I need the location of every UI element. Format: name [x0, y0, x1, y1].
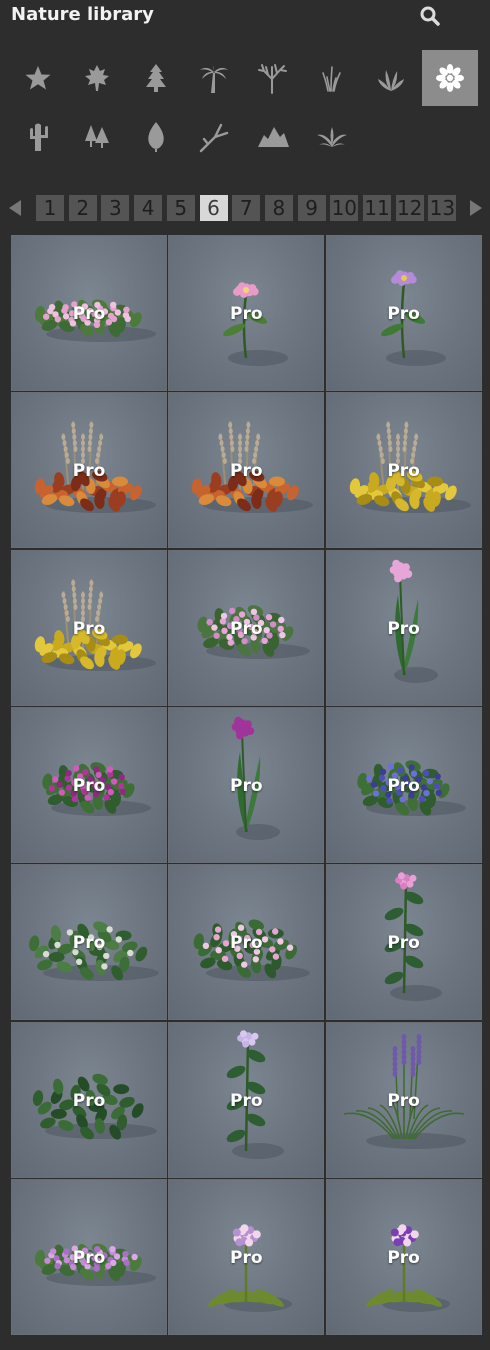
- page-1[interactable]: 1: [36, 195, 64, 221]
- page-8[interactable]: 8: [264, 195, 293, 221]
- cactus-icon: [30, 123, 48, 151]
- pagination: 1 2 3 4 5 6 7 8 9 10 11 12 13: [0, 194, 490, 222]
- asset-tile[interactable]: Pro: [11, 1178, 167, 1335]
- rocks-icon: [258, 127, 290, 147]
- page-4[interactable]: 4: [134, 195, 163, 221]
- category-leaf[interactable]: [128, 108, 184, 164]
- pine-tree-icon: [145, 64, 166, 92]
- category-branches[interactable]: [186, 108, 242, 164]
- page-12[interactable]: 12: [395, 195, 424, 221]
- asset-tile[interactable]: Pro: [325, 864, 482, 1021]
- asset-tile[interactable]: Pro: [325, 235, 482, 391]
- trees-icon: [84, 125, 109, 148]
- fern-icon: [317, 127, 347, 147]
- pro-badge: Pro: [72, 1090, 106, 1111]
- asset-tile[interactable]: Pro: [325, 1178, 482, 1335]
- category-favorites[interactable]: [10, 50, 66, 106]
- pro-badge: Pro: [72, 933, 106, 954]
- asset-tile[interactable]: Pro: [168, 549, 325, 706]
- category-grass[interactable]: [304, 50, 360, 106]
- pro-badge: Pro: [387, 775, 420, 796]
- asset-tile[interactable]: Pro: [11, 549, 167, 706]
- pro-badge: Pro: [72, 304, 106, 324]
- pro-badge: Pro: [72, 1247, 106, 1268]
- page-13[interactable]: 13: [428, 195, 457, 221]
- category-bare-trees[interactable]: [245, 50, 301, 106]
- pro-badge: Pro: [387, 1247, 420, 1268]
- plant-icon: [377, 70, 404, 91]
- bare-tree-icon: [258, 64, 288, 94]
- leaf-icon: [147, 122, 164, 152]
- pro-badge: Pro: [230, 461, 263, 482]
- category-palms[interactable]: [186, 50, 242, 106]
- panel-title: Nature library: [11, 4, 154, 25]
- arrow-left-icon[interactable]: [7, 198, 23, 218]
- page-11[interactable]: 11: [363, 195, 391, 221]
- page-7[interactable]: 7: [232, 195, 261, 221]
- asset-tile[interactable]: Pro: [11, 706, 167, 863]
- asset-tile[interactable]: Pro: [168, 392, 325, 549]
- asset-tile[interactable]: Pro: [11, 392, 167, 549]
- asset-tile[interactable]: Pro: [168, 1178, 325, 1335]
- pro-badge: Pro: [230, 775, 263, 796]
- page-2[interactable]: 2: [68, 195, 97, 221]
- header: Nature library: [0, 0, 490, 34]
- category-ferns[interactable]: [304, 108, 360, 164]
- asset-tile[interactable]: Pro: [325, 1021, 482, 1178]
- pro-badge: Pro: [72, 618, 106, 639]
- pro-badge: Pro: [387, 1090, 420, 1111]
- asset-tile[interactable]: Pro: [11, 864, 167, 1021]
- pro-badge: Pro: [387, 461, 420, 482]
- category-plants[interactable]: [363, 50, 419, 106]
- pro-badge: Pro: [72, 775, 106, 796]
- page-6[interactable]: 6: [199, 195, 228, 221]
- category-leaves[interactable]: [69, 50, 125, 106]
- pro-badge: Pro: [230, 1090, 263, 1111]
- pro-badge: Pro: [387, 933, 420, 954]
- page-3[interactable]: 3: [101, 195, 130, 221]
- pro-badge: Pro: [387, 304, 420, 324]
- pro-badge: Pro: [387, 618, 420, 639]
- star-icon: [25, 66, 51, 90]
- asset-tile[interactable]: Pro: [168, 706, 325, 863]
- arrow-right-icon[interactable]: [468, 198, 484, 218]
- asset-tile[interactable]: Pro: [325, 392, 482, 549]
- asset-tile[interactable]: Pro: [11, 235, 167, 391]
- maple-leaf-icon: [84, 65, 109, 91]
- asset-tile[interactable]: Pro: [168, 235, 325, 391]
- category-conifers[interactable]: [128, 50, 184, 106]
- asset-tile[interactable]: Pro: [168, 1021, 325, 1178]
- pro-badge: Pro: [230, 618, 263, 639]
- search-icon[interactable]: [418, 4, 442, 28]
- pro-badge: Pro: [230, 304, 263, 324]
- pro-badge: Pro: [230, 933, 263, 954]
- asset-tile[interactable]: Pro: [325, 706, 482, 863]
- branch-icon: [200, 123, 229, 153]
- flower-icon: [435, 64, 464, 92]
- category-flowers[interactable]: [421, 50, 478, 106]
- asset-tile[interactable]: Pro: [325, 549, 482, 706]
- asset-tile[interactable]: Pro: [11, 1021, 167, 1178]
- category-cactus[interactable]: [10, 108, 66, 164]
- page-10[interactable]: 10: [330, 195, 359, 221]
- page-9[interactable]: 9: [297, 195, 326, 221]
- palm-tree-icon: [200, 63, 229, 93]
- pro-badge: Pro: [72, 461, 106, 482]
- asset-tile[interactable]: Pro: [168, 864, 325, 1021]
- page-5[interactable]: 5: [166, 195, 195, 221]
- category-rocks[interactable]: [245, 108, 301, 164]
- category-forest[interactable]: [69, 108, 125, 164]
- grass-icon: [322, 66, 341, 92]
- pro-badge: Pro: [230, 1247, 263, 1268]
